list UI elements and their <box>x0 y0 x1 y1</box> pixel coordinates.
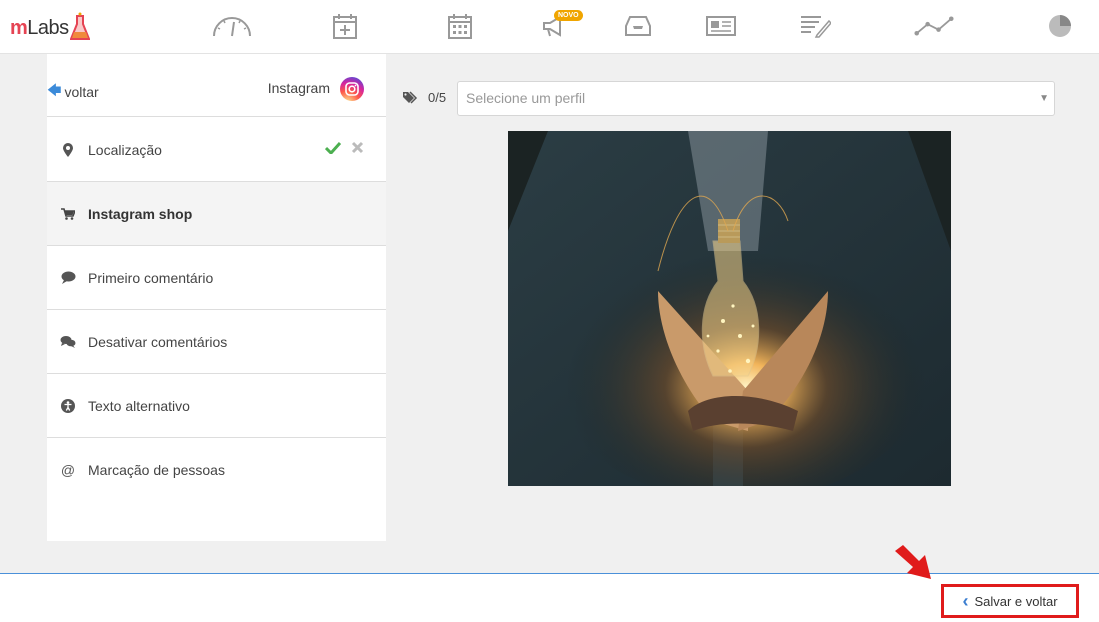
menu-item-label: Primeiro comentário <box>88 269 214 286</box>
line-chart-icon[interactable] <box>914 10 954 42</box>
check-icon[interactable] <box>325 141 341 154</box>
at-sign-icon: @ <box>60 462 76 478</box>
accessibility-icon <box>60 398 76 413</box>
menu-item-label: Localização <box>88 141 162 158</box>
flask-icon <box>69 12 90 40</box>
tag-counter: 0/5 <box>403 90 446 105</box>
network-name: Instagram <box>267 80 330 96</box>
back-label: voltar <box>64 84 99 100</box>
map-pin-icon <box>60 142 76 157</box>
close-icon[interactable] <box>351 141 364 154</box>
menu-item-desativar-comentarios[interactable]: Desativar comentários <box>47 310 386 374</box>
lightbulb-hands-photo <box>508 131 951 486</box>
edit-list-icon[interactable] <box>795 10 835 42</box>
menu-item-localizacao[interactable]: Localização <box>47 118 386 182</box>
speedometer-icon[interactable] <box>212 10 252 42</box>
menu-item-texto-alternativo[interactable]: Texto alternativo <box>47 374 386 438</box>
logo-text: mLabs <box>10 17 69 39</box>
red-arrow-annotation <box>895 545 931 579</box>
menu-item-label: Texto alternativo <box>88 397 190 414</box>
content-area: 🡄 voltar Instagram Localização Instagram… <box>0 54 1099 573</box>
options-panel: 🡄 voltar Instagram Localização Instagram… <box>47 54 386 541</box>
caret-down-icon: ▼ <box>1039 93 1049 104</box>
menu-item-instagram-shop[interactable]: Instagram shop <box>47 182 386 246</box>
tag-count: 0/5 <box>428 90 447 105</box>
menu-item-label: Desativar comentários <box>88 333 228 350</box>
menu-item-primeiro-comentario[interactable]: Primeiro comentário <box>47 246 386 310</box>
calendar-add-icon[interactable] <box>325 10 365 42</box>
cart-icon <box>60 207 76 220</box>
menu-item-marcacao-pessoas[interactable]: @ Marcação de pessoas <box>47 438 386 502</box>
location-status <box>325 141 364 154</box>
novo-badge: NOVO <box>554 10 583 21</box>
menu-item-label: Marcação de pessoas <box>88 462 225 478</box>
newspaper-icon[interactable] <box>701 10 741 42</box>
mlabs-logo[interactable]: mLabs <box>10 8 90 42</box>
calendar-icon[interactable] <box>440 10 480 42</box>
back-link[interactable]: 🡄 voltar <box>47 80 99 104</box>
inbox-icon[interactable] <box>618 10 658 42</box>
save-and-back-button[interactable]: ‹ Salvar e voltar <box>941 584 1079 618</box>
menu-item-label: Instagram shop <box>88 205 193 222</box>
tags-icon <box>403 91 418 104</box>
post-image <box>508 131 951 486</box>
profile-select-placeholder: Selecione um perfil <box>466 90 586 106</box>
panel-header: 🡄 voltar Instagram <box>47 54 386 117</box>
instagram-icon <box>340 77 364 101</box>
comment-icon <box>60 271 76 284</box>
chevron-left-icon: ‹ <box>962 591 969 611</box>
comments-icon <box>60 335 76 348</box>
top-navigation-bar: mLabs NOVO <box>0 0 1099 54</box>
profile-select[interactable]: Selecione um perfil ▼ <box>457 81 1055 116</box>
save-and-back-label: Salvar e voltar <box>974 593 1058 609</box>
pie-chart-icon[interactable] <box>1040 10 1080 42</box>
arrow-left-icon: 🡄 <box>47 82 62 98</box>
